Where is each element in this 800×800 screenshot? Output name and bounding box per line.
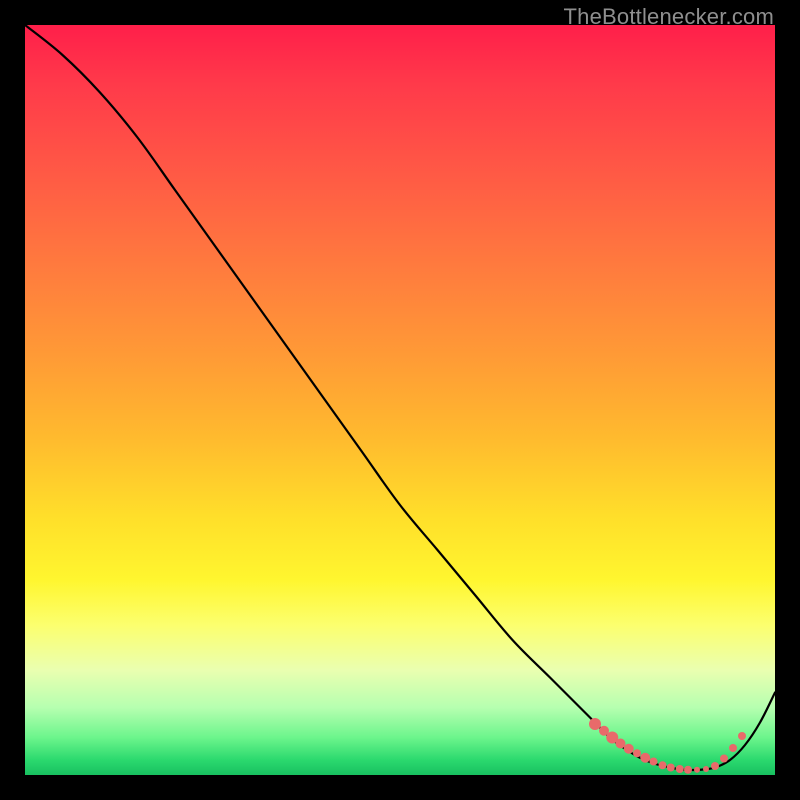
data-point — [650, 758, 658, 766]
data-point — [703, 766, 709, 772]
chart-svg — [25, 25, 775, 775]
chart-frame: TheBottlenecker.com — [0, 0, 800, 800]
data-point — [624, 744, 634, 754]
data-point — [616, 739, 626, 749]
watermark-text: TheBottlenecker.com — [564, 4, 774, 30]
data-point — [667, 764, 675, 772]
data-point — [684, 766, 692, 774]
data-point — [640, 753, 650, 763]
data-point — [659, 761, 667, 769]
data-point — [694, 767, 700, 773]
data-point — [720, 755, 728, 763]
data-point — [633, 749, 641, 757]
data-point — [589, 718, 601, 730]
data-point — [711, 762, 719, 770]
data-point — [738, 732, 746, 740]
plot-area — [25, 25, 775, 775]
data-point — [729, 744, 737, 752]
data-point — [676, 765, 684, 773]
curve-line — [25, 25, 775, 770]
